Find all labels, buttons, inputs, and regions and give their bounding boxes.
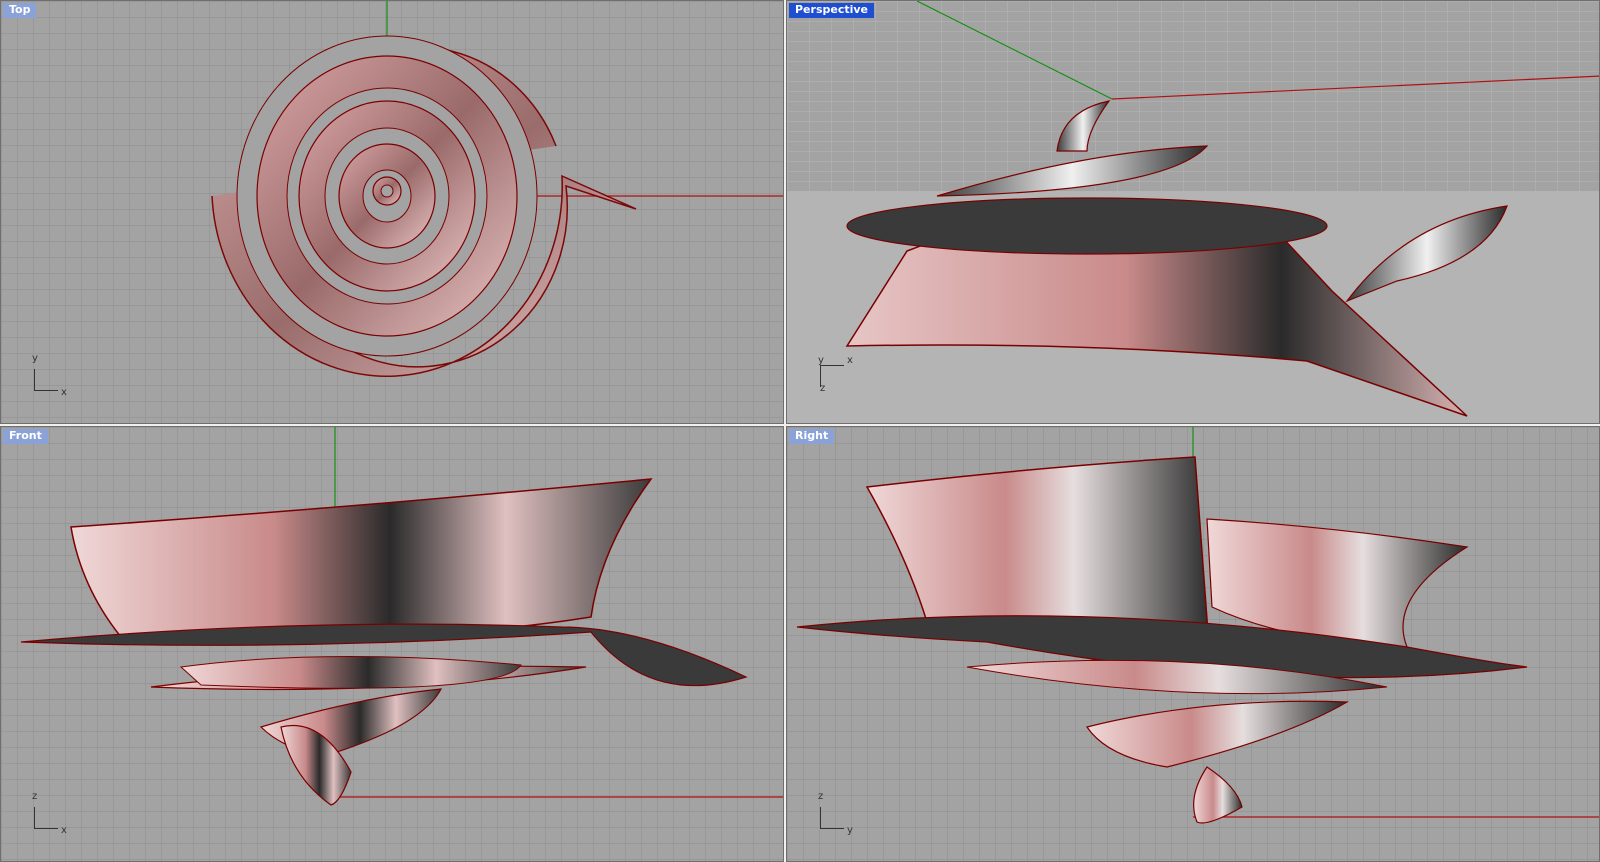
axis-label-horizontal: x — [61, 387, 67, 398]
viewport-top[interactable]: Top y x — [0, 0, 784, 424]
axis-label-horizontal: y — [847, 825, 853, 836]
viewport-right[interactable]: Right z y — [786, 426, 1600, 862]
world-axes-icon: z y — [817, 791, 857, 837]
viewport-title-front[interactable]: Front — [3, 429, 48, 444]
axis-label-vertical: z — [818, 791, 824, 802]
viewport-scene-perspective[interactable] — [787, 1, 1600, 424]
world-axes-icon: z x — [31, 791, 71, 837]
axis-label-depth: z — [820, 383, 826, 394]
viewport-title-perspective[interactable]: Perspective — [789, 3, 875, 18]
world-axes-icon: y x z — [817, 355, 857, 399]
axis-label-horizontal: x — [61, 825, 67, 836]
viewport-front[interactable]: Front z x — [0, 426, 784, 862]
viewport-scene-top[interactable] — [1, 1, 784, 424]
viewport-perspective[interactable]: Perspective y x z — [786, 0, 1600, 424]
grid-floor — [787, 1, 1599, 191]
viewport-scene-front[interactable] — [1, 427, 784, 862]
viewport-scene-right[interactable] — [787, 427, 1600, 862]
viewport-title-right[interactable]: Right — [789, 429, 835, 444]
axis-label-vertical: y — [818, 355, 824, 366]
axis-label-vertical: z — [32, 791, 38, 802]
viewport-title-top[interactable]: Top — [3, 3, 37, 18]
axis-label-vertical: y — [32, 353, 38, 364]
world-axes-icon: y x — [31, 353, 71, 399]
axis-label-horizontal: x — [847, 355, 853, 366]
